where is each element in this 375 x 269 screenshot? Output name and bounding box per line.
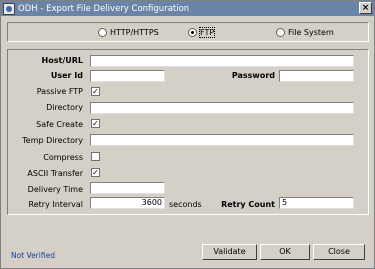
ok-button[interactable]: OK — [260, 244, 310, 260]
directory-label: Directory — [46, 103, 83, 112]
safe-create-checkbox[interactable]: ✓ — [91, 119, 100, 128]
host-url-label: Host/URL — [41, 56, 83, 65]
ftp-settings-panel: Host/URL User Id Password Passive FTP ✓ … — [7, 49, 369, 215]
validate-button[interactable]: Validate — [202, 244, 257, 260]
close-icon[interactable]: × — [359, 2, 372, 14]
compress-label: Compress — [43, 153, 83, 162]
password-label: Password — [231, 71, 275, 80]
title-bar: ODH - Export File Delivery Configuration… — [1, 1, 374, 16]
retry-interval-unit: seconds — [169, 200, 202, 209]
radio-http-https[interactable]: HTTP/HTTPS — [98, 28, 159, 37]
compress-checkbox[interactable] — [91, 152, 100, 161]
footer: Not Verified Validate OK Close — [2, 241, 373, 265]
user-id-field[interactable] — [90, 70, 165, 82]
password-field[interactable] — [279, 70, 354, 82]
retry-count-label: Retry Count — [221, 200, 275, 209]
delivery-time-label: Delivery Time — [27, 185, 83, 194]
radio-label-ftp: FTP — [198, 27, 216, 38]
close-button[interactable]: Close — [313, 244, 365, 260]
directory-field[interactable] — [90, 102, 354, 114]
host-url-field[interactable] — [90, 55, 354, 67]
user-id-label: User Id — [50, 71, 83, 80]
retry-count-field[interactable]: 5 — [279, 197, 354, 209]
passive-ftp-label: Passive FTP — [36, 87, 83, 96]
app-icon — [3, 2, 15, 15]
window-title: ODH - Export File Delivery Configuration — [18, 3, 190, 14]
protocol-selector: HTTP/HTTPS FTP File System — [7, 22, 369, 42]
radio-button-selected-icon[interactable] — [188, 28, 197, 37]
radio-button-icon[interactable] — [98, 28, 107, 37]
temp-directory-field[interactable] — [90, 134, 354, 146]
radio-button-icon[interactable] — [276, 28, 285, 37]
radio-ftp[interactable]: FTP — [188, 27, 216, 38]
verification-status: Not Verified — [11, 251, 55, 260]
ascii-transfer-checkbox[interactable]: ✓ — [91, 168, 100, 177]
passive-ftp-checkbox[interactable]: ✓ — [91, 87, 100, 96]
temp-directory-label: Temp Directory — [22, 136, 83, 145]
safe-create-label: Safe Create — [36, 120, 83, 129]
retry-interval-label: Retry Interval — [28, 200, 83, 209]
dialog-window: ODH - Export File Delivery Configuration… — [0, 0, 375, 269]
radio-label-file-system: File System — [288, 28, 334, 37]
radio-file-system[interactable]: File System — [276, 28, 334, 37]
radio-label-http-https: HTTP/HTTPS — [110, 28, 159, 37]
delivery-time-field[interactable] — [90, 182, 165, 194]
retry-interval-field[interactable]: 3600 — [90, 197, 165, 209]
ascii-transfer-label: ASCII Transfer — [27, 169, 83, 178]
